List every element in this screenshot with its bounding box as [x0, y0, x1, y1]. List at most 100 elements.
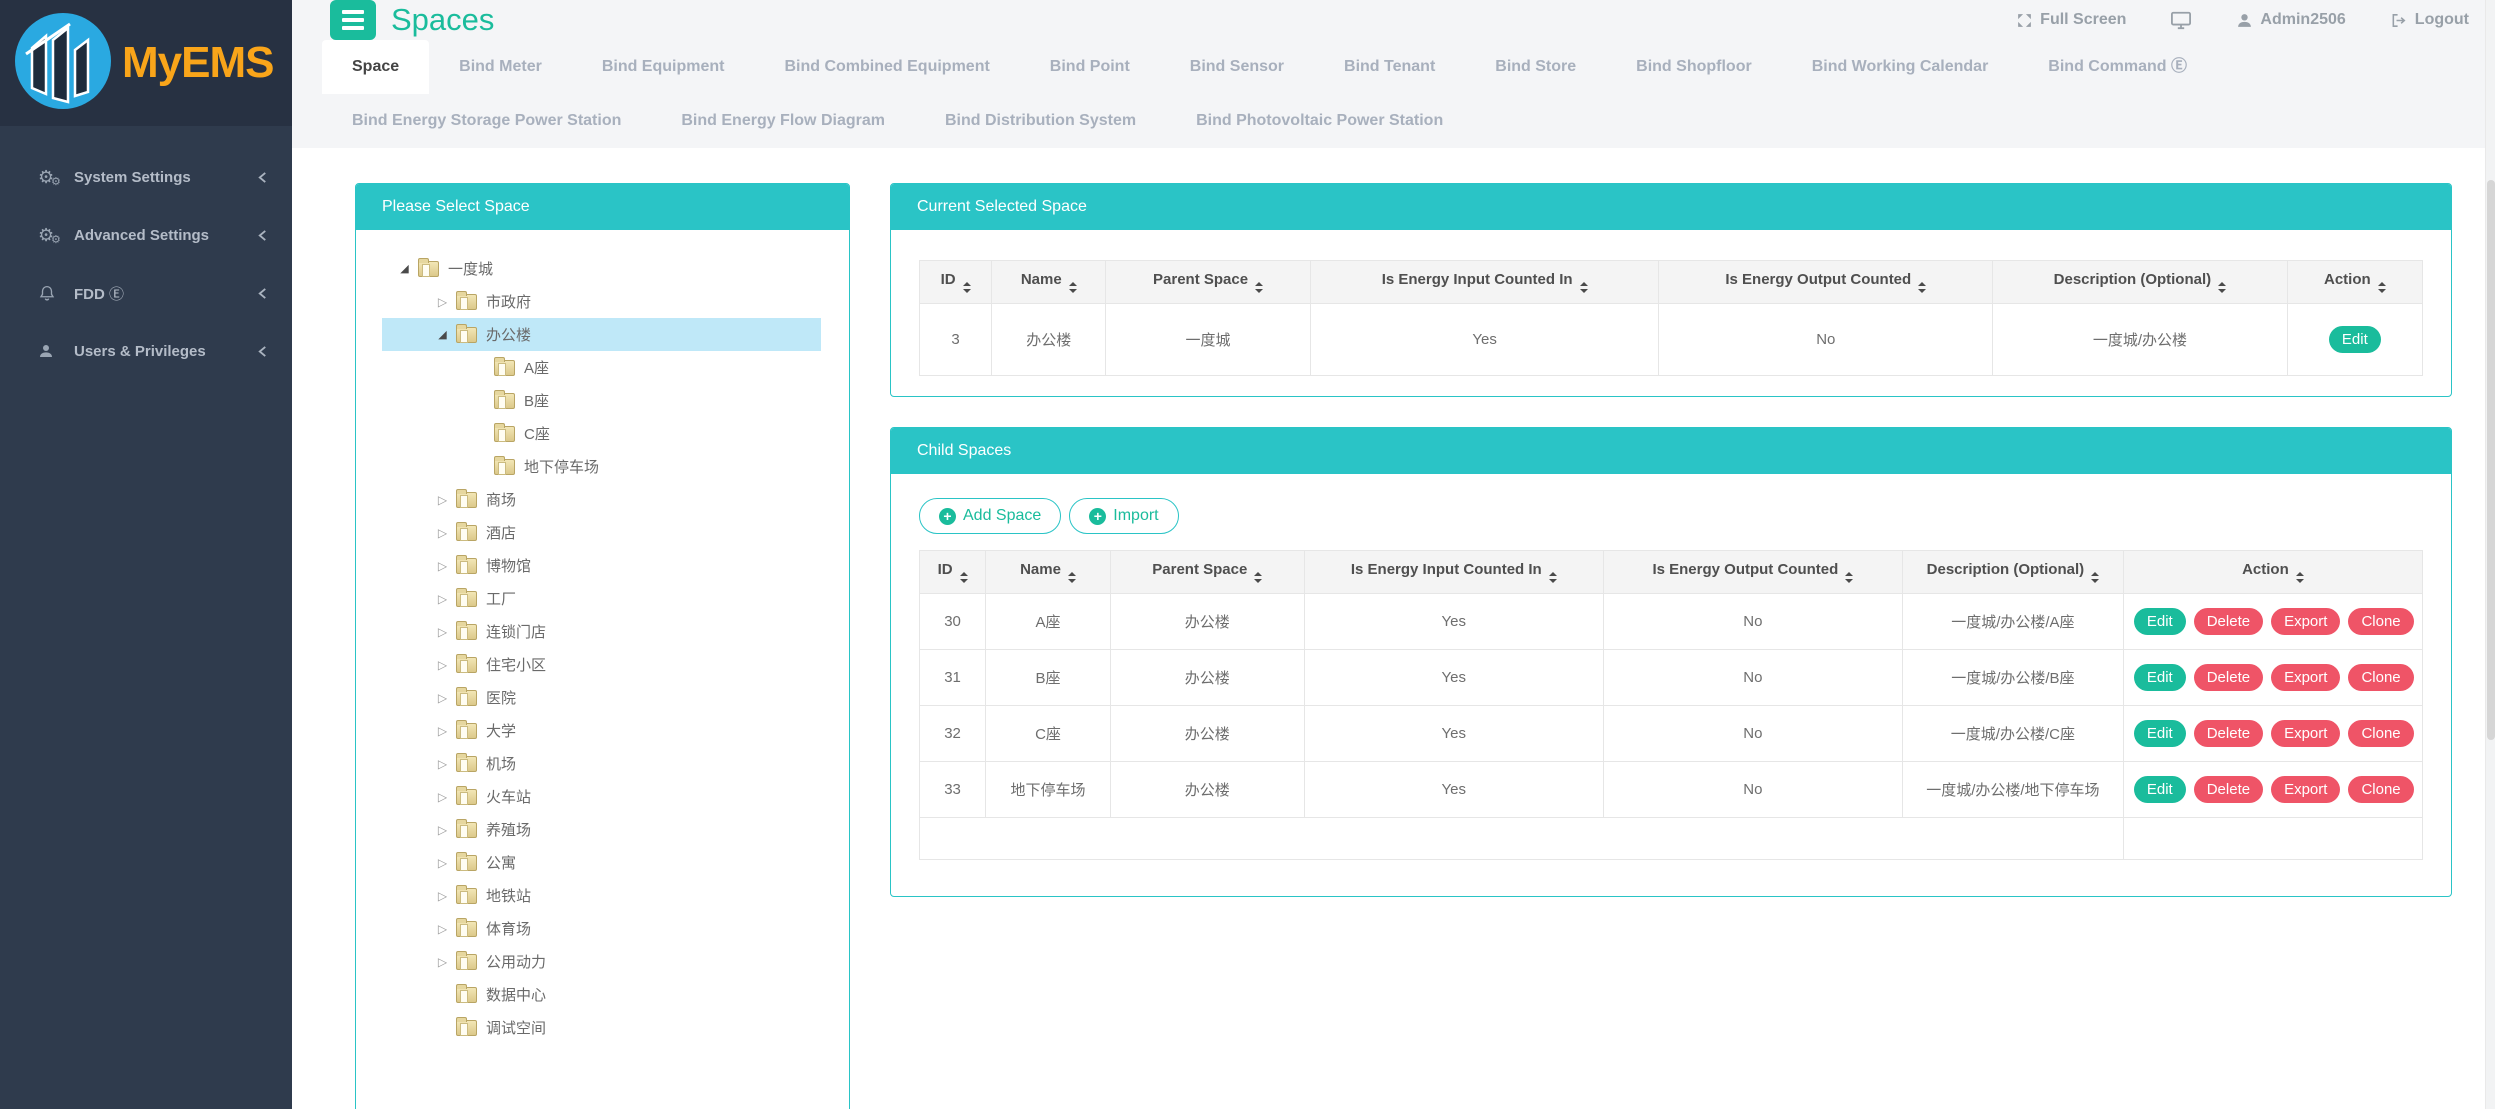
column-header-parent-space[interactable]: Parent Space [1106, 261, 1310, 304]
tree-item[interactable]: ◢一度城 [382, 252, 821, 285]
tree-item[interactable]: ▷机场 [382, 747, 821, 780]
export-button[interactable]: Export [2271, 608, 2340, 635]
export-button[interactable]: Export [2271, 776, 2340, 803]
export-button[interactable]: Export [2271, 720, 2340, 747]
tree-item[interactable]: ▷公寓 [382, 846, 821, 879]
column-header-id[interactable]: ID [920, 551, 986, 594]
tree-item[interactable]: ▷博物馆 [382, 549, 821, 582]
tree-item[interactable]: C座 [382, 417, 821, 450]
column-header-description-optional[interactable]: Description (Optional) [1902, 551, 2123, 594]
tree-item[interactable]: ▷商场 [382, 483, 821, 516]
expand-arrow-icon[interactable]: ▷ [434, 790, 451, 804]
tree-item[interactable]: ▷连锁门店 [382, 615, 821, 648]
tab-space[interactable]: Space [322, 40, 429, 94]
tree-item[interactable]: A座 [382, 351, 821, 384]
tab-bind-energy-storage-power-station[interactable]: Bind Energy Storage Power Station [322, 94, 651, 148]
column-header-is-energy-input-counted-in[interactable]: Is Energy Input Counted In [1304, 551, 1603, 594]
expand-arrow-icon[interactable]: ▷ [434, 658, 451, 672]
delete-button[interactable]: Delete [2194, 664, 2263, 691]
tree-item[interactable]: B座 [382, 384, 821, 417]
expand-arrow-icon[interactable]: ▷ [434, 559, 451, 573]
tree-item[interactable]: ▷火车站 [382, 780, 821, 813]
export-button[interactable]: Export [2271, 664, 2340, 691]
tab-bind-tenant[interactable]: Bind Tenant [1314, 40, 1465, 94]
tab-bind-equipment[interactable]: Bind Equipment [572, 40, 755, 94]
expand-arrow-icon[interactable]: ▷ [434, 691, 451, 705]
column-header-description-optional[interactable]: Description (Optional) [1993, 261, 2288, 304]
menu-toggle-button[interactable] [330, 0, 376, 40]
tree-item[interactable]: 调试空间 [382, 1011, 821, 1044]
expand-arrow-icon[interactable]: ▷ [434, 724, 451, 738]
tab-bind-combined-equipment[interactable]: Bind Combined Equipment [754, 40, 1019, 94]
column-header-name[interactable]: Name [986, 551, 1111, 594]
expand-arrow-icon[interactable]: ▷ [434, 625, 451, 639]
tab-bind-shopfloor[interactable]: Bind Shopfloor [1606, 40, 1782, 94]
edit-button[interactable]: Edit [2134, 664, 2186, 691]
add-space-button[interactable]: + Add Space [919, 498, 1061, 534]
expand-arrow-icon[interactable]: ▷ [434, 493, 451, 507]
expand-arrow-icon[interactable]: ▷ [434, 955, 451, 969]
tab-bind-meter[interactable]: Bind Meter [429, 40, 572, 94]
tree-item[interactable]: ▷养殖场 [382, 813, 821, 846]
tab-bind-energy-flow-diagram[interactable]: Bind Energy Flow Diagram [651, 94, 915, 148]
logout-button[interactable]: Logout [2390, 11, 2469, 29]
expand-arrow-icon[interactable]: ▷ [434, 922, 451, 936]
tab-bind-point[interactable]: Bind Point [1020, 40, 1160, 94]
tree-item[interactable]: ▷住宅小区 [382, 648, 821, 681]
collapse-arrow-icon[interactable]: ◢ [396, 262, 413, 275]
expand-arrow-icon[interactable]: ▷ [434, 823, 451, 837]
tree-item[interactable]: ▷地铁站 [382, 879, 821, 912]
expand-arrow-icon[interactable]: ▷ [434, 526, 451, 540]
column-header-name[interactable]: Name [992, 261, 1106, 304]
column-header-is-energy-output-counted[interactable]: Is Energy Output Counted [1659, 261, 1993, 304]
sidebar-item-advanced-settings[interactable]: ⚙⚙Advanced Settings [0, 206, 292, 264]
tree-item[interactable]: ▷工厂 [382, 582, 821, 615]
column-header-id[interactable]: ID [920, 261, 992, 304]
column-header-parent-space[interactable]: Parent Space [1110, 551, 1304, 594]
page-scrollbar[interactable] [2485, 0, 2495, 1109]
delete-button[interactable]: Delete [2194, 720, 2263, 747]
delete-button[interactable]: Delete [2194, 608, 2263, 635]
clone-button[interactable]: Clone [2348, 720, 2413, 747]
tree-item[interactable]: ▷大学 [382, 714, 821, 747]
column-header-action[interactable]: Action [2123, 551, 2422, 594]
collapse-arrow-icon[interactable]: ◢ [434, 328, 451, 341]
sidebar-item-fdd[interactable]: FDD Ⓔ [0, 264, 292, 322]
import-button[interactable]: + Import [1069, 498, 1178, 534]
tab-bind-sensor[interactable]: Bind Sensor [1160, 40, 1314, 94]
tree-item[interactable]: ▷公用动力 [382, 945, 821, 978]
tab-bind-working-calendar[interactable]: Bind Working Calendar [1782, 40, 2019, 94]
column-header-is-energy-output-counted[interactable]: Is Energy Output Counted [1603, 551, 1902, 594]
tree-item[interactable]: 地下停车场 [382, 450, 821, 483]
tree-item[interactable]: 数据中心 [382, 978, 821, 1011]
tree-item[interactable]: ▷医院 [382, 681, 821, 714]
tree-item[interactable]: ◢办公楼 [382, 318, 821, 351]
clone-button[interactable]: Clone [2348, 776, 2413, 803]
tab-bind-photovoltaic-power-station[interactable]: Bind Photovoltaic Power Station [1166, 94, 1473, 148]
edit-button[interactable]: Edit [2134, 776, 2186, 803]
tree-item[interactable]: ▷体育场 [382, 912, 821, 945]
monitor-button[interactable] [2170, 10, 2192, 30]
column-header-is-energy-input-counted-in[interactable]: Is Energy Input Counted In [1310, 261, 1659, 304]
tree-item[interactable]: ▷市政府 [382, 285, 821, 318]
expand-arrow-icon[interactable]: ▷ [434, 757, 451, 771]
tab-bind-store[interactable]: Bind Store [1465, 40, 1606, 94]
tab-bind-distribution-system[interactable]: Bind Distribution System [915, 94, 1166, 148]
tree-item[interactable]: ▷酒店 [382, 516, 821, 549]
tab-bind-command[interactable]: Bind Command Ⓔ [2018, 40, 2217, 94]
clone-button[interactable]: Clone [2348, 664, 2413, 691]
expand-arrow-icon[interactable]: ▷ [434, 889, 451, 903]
delete-button[interactable]: Delete [2194, 776, 2263, 803]
expand-arrow-icon[interactable]: ▷ [434, 856, 451, 870]
expand-arrow-icon[interactable]: ▷ [434, 295, 451, 309]
column-header-action[interactable]: Action [2287, 261, 2422, 304]
expand-arrow-icon[interactable]: ▷ [434, 592, 451, 606]
sidebar-item-users-privileges[interactable]: Users & Privileges [0, 322, 292, 380]
edit-button[interactable]: Edit [2134, 720, 2186, 747]
sidebar-item-system-settings[interactable]: ⚙⚙System Settings [0, 148, 292, 206]
fullscreen-button[interactable]: Full Screen [2016, 11, 2126, 29]
clone-button[interactable]: Clone [2348, 608, 2413, 635]
user-menu[interactable]: Admin2506 [2236, 11, 2345, 29]
edit-button[interactable]: Edit [2329, 326, 2381, 353]
edit-button[interactable]: Edit [2134, 608, 2186, 635]
